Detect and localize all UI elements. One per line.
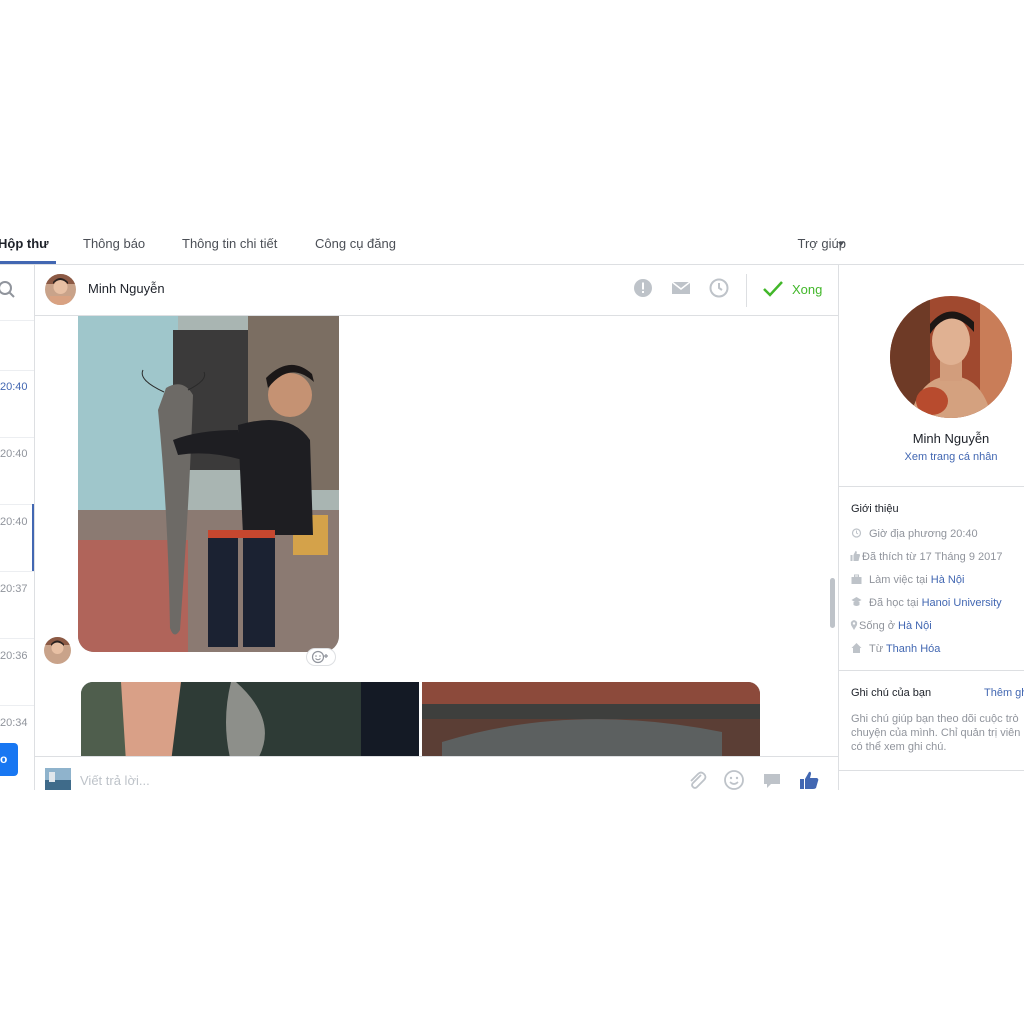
page-inbox: Hộp thư Thông báo Thông tin chi tiết Côn… <box>0 222 1024 790</box>
thread-list: 20:40 20:40 20:40 20:37 20:36 20:34 o <box>0 265 35 790</box>
location-pin-icon <box>850 620 858 630</box>
thread-time[interactable]: 20:34 <box>0 717 28 729</box>
divider <box>0 437 34 438</box>
from-place-link[interactable]: Thanh Hóa <box>886 643 940 655</box>
divider <box>0 571 34 572</box>
info-work: Làm việc tại Hà Nội <box>851 574 964 586</box>
reply-composer: Viết trả lời... <box>35 756 838 790</box>
info-hometown: Từ Thanh Hóa <box>851 643 940 655</box>
divider <box>839 770 1024 771</box>
home-icon <box>851 643 862 653</box>
profile-panel: Minh Nguyễn Xem trang cá nhân Giới thiệu… <box>838 265 1024 790</box>
divider <box>0 638 34 639</box>
page-avatar <box>45 768 71 790</box>
local-time-text: Giờ địa phương 20:40 <box>869 528 978 540</box>
primary-button[interactable]: o <box>0 743 18 776</box>
profile-name: Minh Nguyễn <box>912 431 990 446</box>
attach-icon[interactable] <box>685 769 707 790</box>
alert-icon[interactable] <box>633 278 653 298</box>
divider <box>0 705 34 706</box>
clock-icon <box>851 528 862 538</box>
work-prefix: Làm việc tại <box>869 574 928 586</box>
thread-time[interactable]: 20:40 <box>0 516 28 528</box>
thread-time[interactable]: 20:37 <box>0 583 28 595</box>
notes-description: Ghi chú giúp bạn theo dõi cuộc trò chuyệ… <box>851 713 1021 753</box>
emoji-add-icon <box>311 650 328 664</box>
briefcase-icon <box>851 574 862 584</box>
divider <box>746 274 747 307</box>
sticker-icon[interactable] <box>761 769 783 790</box>
about-title: Giới thiệu <box>851 503 899 515</box>
message-photo[interactable] <box>422 682 760 756</box>
sender-avatar[interactable] <box>44 637 71 664</box>
contact-name[interactable]: Minh Nguyễn <box>88 281 165 296</box>
lives-place-link[interactable]: Hà Nội <box>898 620 932 632</box>
message-photo[interactable] <box>81 682 419 756</box>
notes-title: Ghi chú của bạn <box>851 687 932 699</box>
lives-prefix: Sống ở <box>859 620 895 632</box>
react-button[interactable] <box>306 648 336 666</box>
divider <box>839 670 1024 671</box>
top-nav: Hộp thư Thông báo Thông tin chi tiết Côn… <box>0 222 1024 265</box>
scrollbar[interactable] <box>830 578 835 628</box>
emoji-icon[interactable] <box>723 769 745 790</box>
conversation-header: Minh Nguyễn Xong <box>35 265 838 316</box>
study-place-link[interactable]: Hanoi University <box>922 597 1002 609</box>
caret-down-icon <box>838 242 844 246</box>
add-note-link[interactable]: Thêm gh <box>984 687 1024 699</box>
tab-inbox[interactable]: Hộp thư <box>0 236 49 251</box>
from-prefix: Từ <box>869 643 884 655</box>
like-icon[interactable] <box>798 769 820 790</box>
conversation-panel: Minh Nguyễn Xong Viết trả lời... <box>35 265 838 790</box>
mail-icon[interactable] <box>671 278 691 298</box>
selected-thread-indicator <box>32 504 34 571</box>
info-liked-since: Đã thích từ 17 Tháng 9 2017 <box>850 551 1002 563</box>
thread-time[interactable]: 20:40 <box>0 448 28 460</box>
divider <box>0 504 34 505</box>
info-local-time: Giờ địa phương 20:40 <box>851 528 978 540</box>
thread-time[interactable]: 20:40 <box>0 381 28 393</box>
thread-time[interactable]: 20:36 <box>0 650 28 662</box>
check-icon[interactable] <box>762 279 784 299</box>
tab-insights[interactable]: Thông tin chi tiết <box>182 236 277 251</box>
divider <box>0 370 34 371</box>
study-prefix: Đã học tại <box>869 597 919 609</box>
avatar[interactable] <box>45 274 76 305</box>
tab-active-indicator <box>0 261 56 264</box>
divider <box>0 320 34 321</box>
profile-avatar[interactable] <box>890 296 1012 418</box>
message-thread <box>35 316 838 756</box>
work-place-link[interactable]: Hà Nội <box>931 574 965 586</box>
info-education: Đã học tại Hanoi University <box>851 597 1002 609</box>
divider <box>839 486 1024 487</box>
tab-notifications[interactable]: Thông báo <box>83 236 145 251</box>
search-icon[interactable] <box>0 279 16 299</box>
done-button[interactable]: Xong <box>792 282 822 297</box>
thumbs-up-icon <box>850 551 860 561</box>
tab-publishing-tools[interactable]: Công cụ đăng <box>315 236 396 251</box>
clock-icon[interactable] <box>709 278 729 298</box>
view-profile-link[interactable]: Xem trang cá nhân <box>839 451 1024 463</box>
reply-input[interactable]: Viết trả lời... <box>80 773 150 788</box>
graduation-cap-icon <box>851 597 862 606</box>
liked-since-text: Đã thích từ 17 Tháng 9 2017 <box>862 551 1003 563</box>
info-lives: Sống ở Hà Nội <box>850 620 932 632</box>
message-photo[interactable] <box>78 316 339 652</box>
